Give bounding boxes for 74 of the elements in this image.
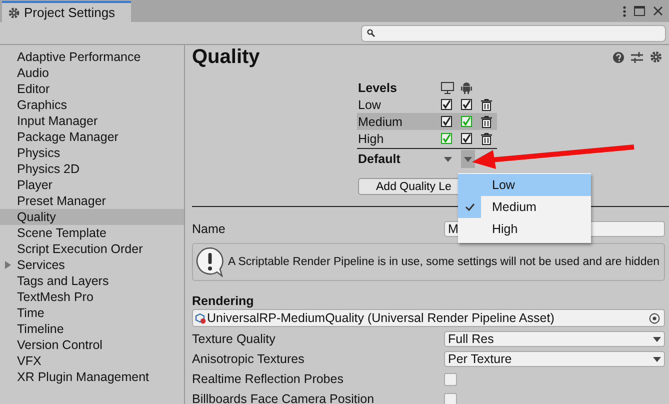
- sidebar-item[interactable]: Quality: [0, 209, 184, 225]
- checkbox[interactable]: [444, 372, 457, 386]
- sidebar-item[interactable]: Input Manager: [0, 113, 184, 129]
- menu-item[interactable]: Low: [458, 174, 591, 196]
- android-icon: [461, 82, 472, 94]
- page-title: Quality: [192, 46, 260, 68]
- platform-checkbox[interactable]: [441, 99, 452, 110]
- caret-icon: [444, 156, 452, 162]
- field-label: Billboards Face Camera Position: [192, 392, 376, 404]
- sidebar-item[interactable]: Version Control: [0, 337, 184, 353]
- field-label: Anisotropic Textures: [192, 352, 306, 366]
- search-icon: [367, 29, 375, 37]
- sidebar-item[interactable]: TextMesh Pro: [0, 289, 184, 305]
- pipeline-asset-icon: [195, 312, 206, 324]
- checkmark-icon: [464, 203, 474, 211]
- menu-item[interactable]: High: [458, 218, 591, 240]
- trash-icon[interactable]: [481, 132, 492, 144]
- help-text: A Scriptable Render Pipeline is in use, some settings will not be used and are hidden: [228, 256, 660, 268]
- platform-checkbox[interactable]: [461, 116, 472, 127]
- sidebar-item[interactable]: Editor: [0, 81, 184, 97]
- field-label: Realtime Reflection Probes: [192, 372, 344, 386]
- more-icon[interactable]: [623, 6, 626, 16]
- sidebar-item[interactable]: Services: [0, 257, 184, 273]
- field-label: Texture Quality: [192, 332, 276, 346]
- caret-icon: [653, 356, 661, 362]
- platform-checkbox[interactable]: [461, 99, 472, 110]
- sidebar-item[interactable]: VFX: [0, 353, 184, 369]
- platform-checkbox[interactable]: [441, 133, 452, 144]
- trash-icon[interactable]: [481, 116, 492, 128]
- platform-checkbox[interactable]: [441, 116, 452, 127]
- dropdown-field[interactable]: Full Res: [444, 331, 665, 347]
- section-heading: Rendering: [192, 292, 255, 309]
- settings-icon[interactable]: [650, 51, 662, 63]
- monitor-icon: [441, 82, 454, 94]
- quality-level-row[interactable]: Medium: [357, 113, 497, 130]
- sidebar-item[interactable]: Physics: [0, 145, 184, 161]
- sidebar-item[interactable]: Script Execution Order: [0, 241, 184, 257]
- window-tab[interactable]: Project Settings: [2, 1, 132, 22]
- sidebar-item[interactable]: Package Manager: [0, 129, 184, 145]
- sidebar-item[interactable]: Timeline: [0, 321, 184, 337]
- sliders-icon[interactable]: [631, 52, 643, 62]
- window-title: Project Settings: [24, 5, 116, 20]
- caret-icon: [464, 156, 472, 162]
- trash-icon[interactable]: [481, 98, 492, 110]
- search-field[interactable]: [361, 24, 666, 42]
- sidebar-item[interactable]: Player: [0, 177, 184, 193]
- close-icon[interactable]: [653, 6, 663, 16]
- default-dropdown[interactable]: [461, 150, 475, 168]
- levels-heading: Levels: [357, 80, 398, 94]
- warning-icon: [196, 247, 224, 277]
- object-picker-icon[interactable]: [649, 312, 660, 324]
- sidebar-item[interactable]: Graphics: [0, 97, 184, 113]
- dropdown-field[interactable]: Per Texture: [444, 351, 665, 367]
- pipeline-asset-field[interactable]: UniversalRP-MediumQuality (Universal Render Pipeline Asset): [192, 309, 665, 327]
- field-label: Name: [192, 222, 226, 236]
- sidebar-item[interactable]: Tags and Layers: [0, 273, 184, 289]
- sidebar-item[interactable]: Audio: [0, 65, 184, 81]
- checkbox[interactable]: [444, 392, 457, 404]
- gear-icon: [8, 6, 20, 18]
- default-label: Default: [357, 152, 402, 166]
- sidebar-item[interactable]: XR Plugin Management: [0, 369, 184, 385]
- sidebar-item[interactable]: Scene Template: [0, 225, 184, 241]
- sidebar-item[interactable]: Time: [0, 305, 184, 321]
- caret-icon: [653, 336, 661, 342]
- quality-level-row[interactable]: Low: [357, 96, 497, 113]
- sidebar-item[interactable]: Adaptive Performance: [0, 49, 184, 65]
- platform-checkbox[interactable]: [461, 133, 472, 144]
- quality-level-row[interactable]: High: [357, 130, 497, 147]
- menu-item[interactable]: Medium: [458, 196, 591, 218]
- maximize-icon[interactable]: [634, 6, 645, 16]
- sidebar-item[interactable]: Preset Manager: [0, 193, 184, 209]
- expand-arrow-icon[interactable]: [5, 261, 12, 269]
- help-icon[interactable]: [613, 52, 624, 62]
- sidebar-item[interactable]: Physics 2D: [0, 161, 184, 177]
